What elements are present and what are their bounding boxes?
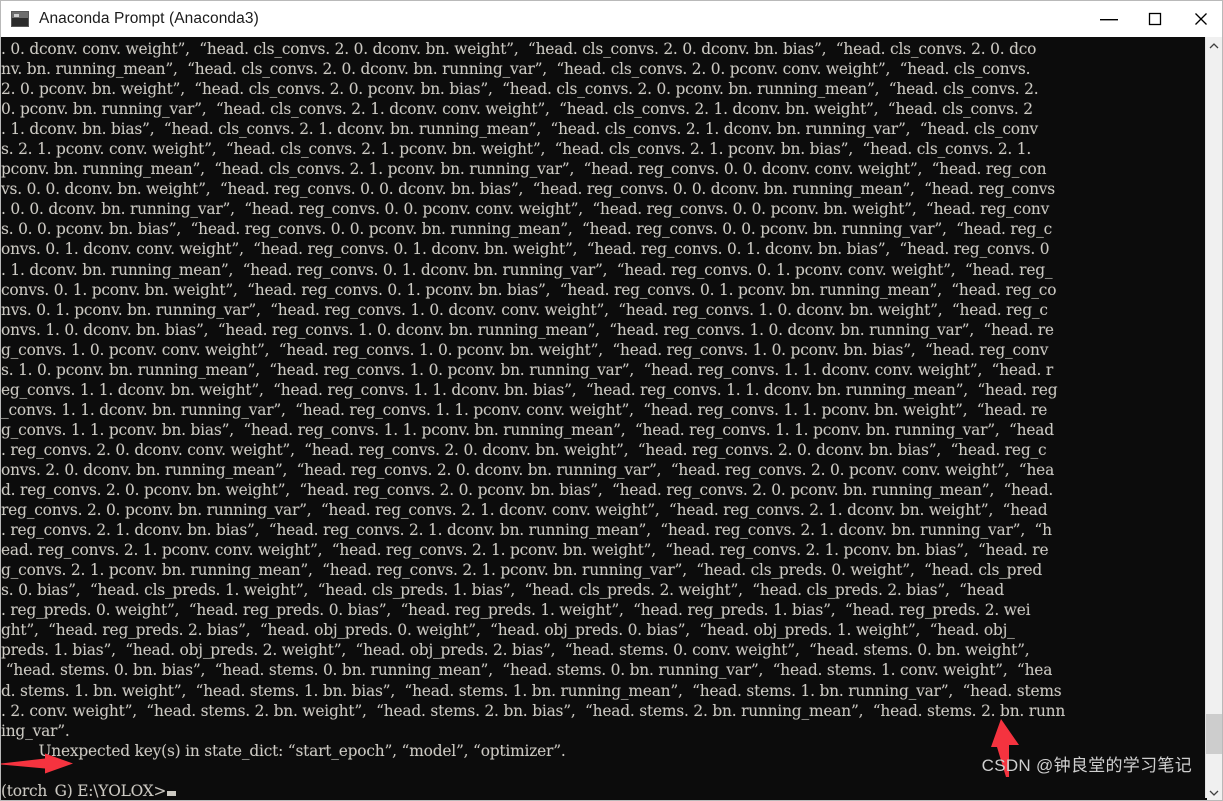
console-line: ing_var”. [1, 721, 70, 740]
text-cursor [167, 790, 177, 796]
terminal-icon [11, 11, 29, 27]
scroll-up-button[interactable] [1206, 37, 1222, 54]
window-title: Anaconda Prompt (Anaconda3) [39, 10, 259, 27]
console-line: reg_convs. 2. 0. pconv. bn. running_var”… [1, 501, 1048, 520]
console-line: _convs. 1. 1. dconv. bn. running_var”, “… [1, 400, 1048, 419]
console-line: onvs. 2. 0. dconv. bn. running_mean”, “h… [1, 460, 1055, 479]
console-text: . 0. dconv. conv. weight”, “head. cls_co… [1, 39, 1207, 800]
console-line: . reg_convs. 2. 1. dconv. bn. bias”, “he… [1, 521, 1052, 540]
console-line: . 1. dconv. bn. bias”, “head. cls_convs.… [1, 120, 1039, 139]
console-line: vs. 0. 0. dconv. bn. weight”, “head. reg… [1, 180, 1055, 199]
console-line: convs. 0. 1. pconv. bn. weight”, “head. … [1, 280, 1057, 299]
console-line: g_convs. 2. 1. pconv. bn. running_mean”,… [1, 561, 1043, 580]
console-line: . 1. dconv. bn. running_mean”, “head. re… [1, 260, 1053, 279]
close-button[interactable] [1178, 1, 1222, 37]
console-line: . reg_preds. 0. weight”, “head. reg_pred… [1, 601, 1031, 620]
console-line: pconv. bn. running_mean”, “head. cls_con… [1, 160, 1047, 179]
console-line: g_convs. 1. 1. pconv. bn. bias”, “head. … [1, 420, 1054, 439]
console-line: d. stems. 1. bn. weight”, “head. stems. … [1, 681, 1062, 700]
maximize-button[interactable] [1132, 1, 1178, 37]
chevron-up-icon [1209, 42, 1219, 48]
console-line: preds. 1. bias”, “head. obj_preds. 2. we… [1, 641, 1030, 660]
console-line: s. 2. 1. pconv. conv. weight”, “head. cl… [1, 140, 1032, 159]
console-line: nv. bn. running_mean”, “head. cls_convs.… [1, 60, 1031, 79]
console-line: . 0. dconv. conv. weight”, “head. cls_co… [1, 40, 1037, 58]
console-line: s. 1. 0. pconv. bn. running_mean”, “head… [1, 360, 1053, 379]
console-line: . 0. 0. dconv. bn. running_var”, “head. … [1, 200, 1050, 219]
console-line: onvs. 1. 0. dconv. bn. bias”, “head. reg… [1, 320, 1054, 339]
title-bar[interactable]: Anaconda Prompt (Anaconda3) [1, 1, 1222, 37]
scroll-down-button[interactable] [1206, 784, 1222, 800]
console-line: “head. stems. 0. bn. bias”, “head. stems… [1, 661, 1053, 680]
close-icon [1195, 13, 1207, 25]
title-bar-left: Anaconda Prompt (Anaconda3) [1, 10, 1086, 28]
scrollbar-track[interactable] [1206, 54, 1222, 784]
console-line: s. 0. bias”, “head. cls_preds. 1. weight… [1, 581, 1005, 600]
maximize-icon [1148, 12, 1162, 26]
chevron-down-icon [1209, 790, 1219, 796]
console-line: 2. 0. pconv. bn. weight”, “head. cls_con… [1, 80, 1039, 99]
console-line: onvs. 0. 1. dconv. conv. weight”, “head.… [1, 240, 1050, 259]
csdn-watermark: CSDN @钟良堂的学习笔记 [981, 756, 1192, 775]
minimize-icon [1100, 19, 1118, 21]
console-line: eg_convs. 1. 1. dconv. bn. weight”, “hea… [1, 380, 1058, 399]
console-line: d. reg_convs. 2. 0. pconv. bn. weight”, … [1, 481, 1054, 500]
console-line: ead. reg_convs. 2. 1. pconv. conv. weigh… [1, 541, 1049, 560]
console-line: ght”, “head. reg_preds. 2. bias”, “head.… [1, 621, 1015, 640]
console-line: . 2. conv. weight”, “head. stems. 2. bn.… [1, 701, 1066, 720]
console-line: nvs. 0. 1. pconv. bn. running_var”, “hea… [1, 300, 1048, 319]
minimize-button[interactable] [1086, 1, 1132, 37]
scrollbar-thumb[interactable] [1206, 714, 1222, 754]
console-output-area[interactable]: . 0. dconv. conv. weight”, “head. cls_co… [1, 37, 1207, 800]
console-bottom-edge [1, 798, 1207, 800]
console-line: g_convs. 1. 0. pconv. conv. weight”, “he… [1, 340, 1049, 359]
vertical-scrollbar[interactable] [1205, 37, 1222, 800]
anaconda-prompt-window: Anaconda Prompt (Anaconda3) . 0. dconv. … [0, 0, 1223, 801]
console-line: s. 0. 0. pconv. bn. bias”, “head. reg_co… [1, 220, 1053, 239]
console-line: . reg_convs. 2. 0. dconv. conv. weight”,… [1, 440, 1047, 459]
console-line: 0. pconv. bn. running_var”, “head. cls_c… [1, 100, 1033, 119]
